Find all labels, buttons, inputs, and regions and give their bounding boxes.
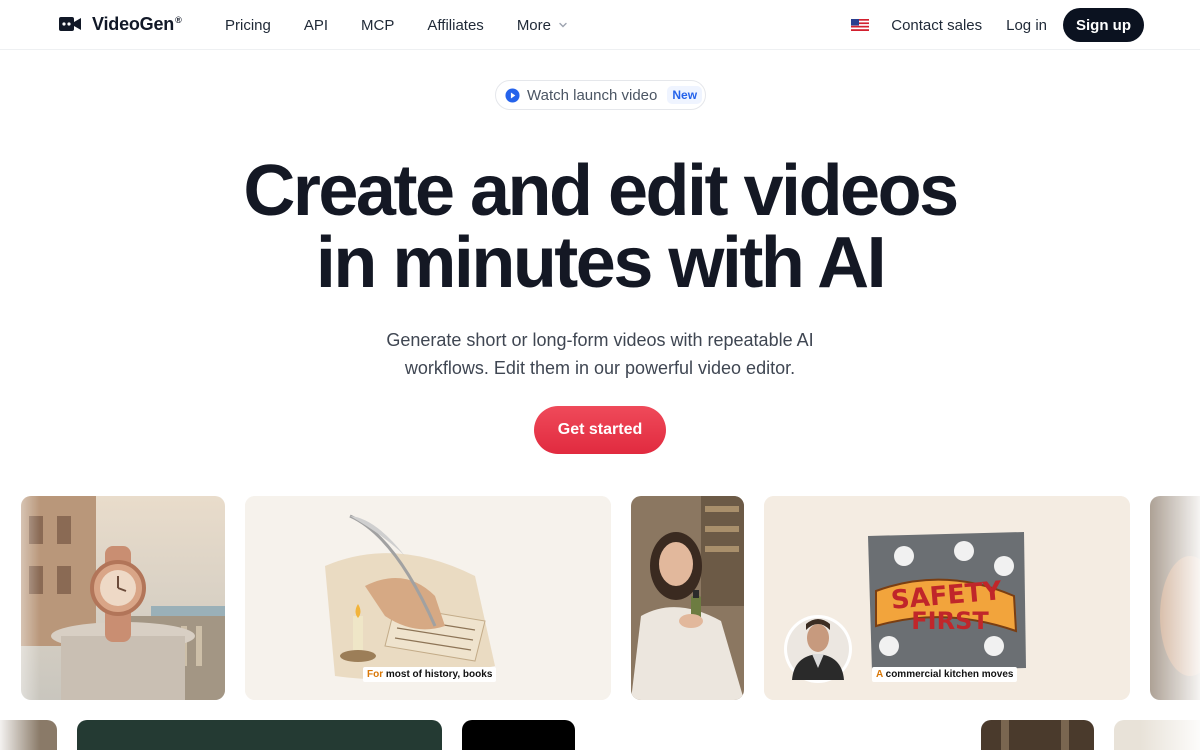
- gallery-card-row2-1[interactable]: [0, 720, 57, 750]
- gallery-card-watch[interactable]: [21, 496, 225, 700]
- gallery-card-row2-3[interactable]: [462, 720, 575, 750]
- row2-image-2: [77, 720, 442, 750]
- top-nav: VideoGen® Pricing API MCP Affiliates Mor…: [0, 0, 1200, 50]
- nav-link-api[interactable]: API: [304, 17, 328, 34]
- gallery-card-woman[interactable]: [631, 496, 744, 700]
- hero-title: Create and edit videos in minutes with A…: [0, 155, 1200, 299]
- gallery-card-row2-5[interactable]: [1114, 720, 1200, 750]
- woman-holding-bottle-image: [631, 496, 744, 700]
- hero-subtitle-line-1: Generate short or long-form videos with …: [386, 330, 814, 350]
- chevron-down-icon: [559, 22, 567, 28]
- hero-subtitle-line-2: workflows. Edit them in our powerful vid…: [404, 358, 796, 378]
- nav-link-more-label: More: [516, 16, 551, 34]
- nav-link-affiliates[interactable]: Affiliates: [427, 17, 483, 34]
- safety-sign-line-2: FIRST: [911, 607, 989, 635]
- hero-subtitle: Generate short or long-form videos with …: [0, 326, 1200, 382]
- hero-title-line-1: Create and edit videos: [243, 151, 959, 231]
- gallery-card-kitchen[interactable]: SAFETY FIRST A commercial kitchen moves: [764, 496, 1130, 700]
- row2-image-1: [0, 720, 57, 750]
- nav-link-mcp[interactable]: MCP: [361, 17, 394, 34]
- row2-image-3: [462, 720, 575, 750]
- row2-image-4: [981, 720, 1094, 750]
- nav-link-pricing[interactable]: Pricing: [225, 17, 271, 34]
- watch-on-pedestal-image: [21, 496, 225, 700]
- quill-caption: For most of history, books: [363, 667, 497, 682]
- contact-sales-link[interactable]: Contact sales: [891, 17, 982, 34]
- video-camera-icon: [59, 17, 81, 31]
- nav-link-more[interactable]: More: [517, 17, 569, 34]
- brand-logo[interactable]: VideoGen®: [58, 12, 182, 36]
- us-flag-icon[interactable]: [851, 19, 870, 31]
- signup-button[interactable]: Sign up: [1063, 8, 1144, 42]
- kitchen-caption: A commercial kitchen moves: [872, 667, 1018, 682]
- nav-links: Pricing API MCP Affiliates More: [225, 0, 602, 50]
- row2-image-5: [1114, 720, 1200, 750]
- registered-mark: ®: [175, 14, 182, 25]
- new-badge: New: [667, 86, 703, 104]
- hero-title-line-2: in minutes with AI: [315, 223, 887, 303]
- play-circle-icon: [505, 87, 520, 103]
- pill-label: Watch launch video: [527, 86, 658, 104]
- partial-portrait-image: [1150, 496, 1200, 700]
- login-link[interactable]: Log in: [1006, 17, 1047, 34]
- gallery-card-row2-2[interactable]: [77, 720, 442, 750]
- nav-actions: Contact sales Log in Sign up: [851, 0, 1144, 50]
- get-started-button[interactable]: Get started: [534, 406, 666, 454]
- gallery-card-quill[interactable]: For most of history, books: [245, 496, 611, 700]
- watch-launch-video-pill[interactable]: Watch launch video New: [495, 80, 706, 110]
- gallery-card-row2-4[interactable]: [981, 720, 1094, 750]
- gallery-card-partial-right[interactable]: [1150, 496, 1200, 700]
- brand-name: VideoGen®: [92, 13, 182, 34]
